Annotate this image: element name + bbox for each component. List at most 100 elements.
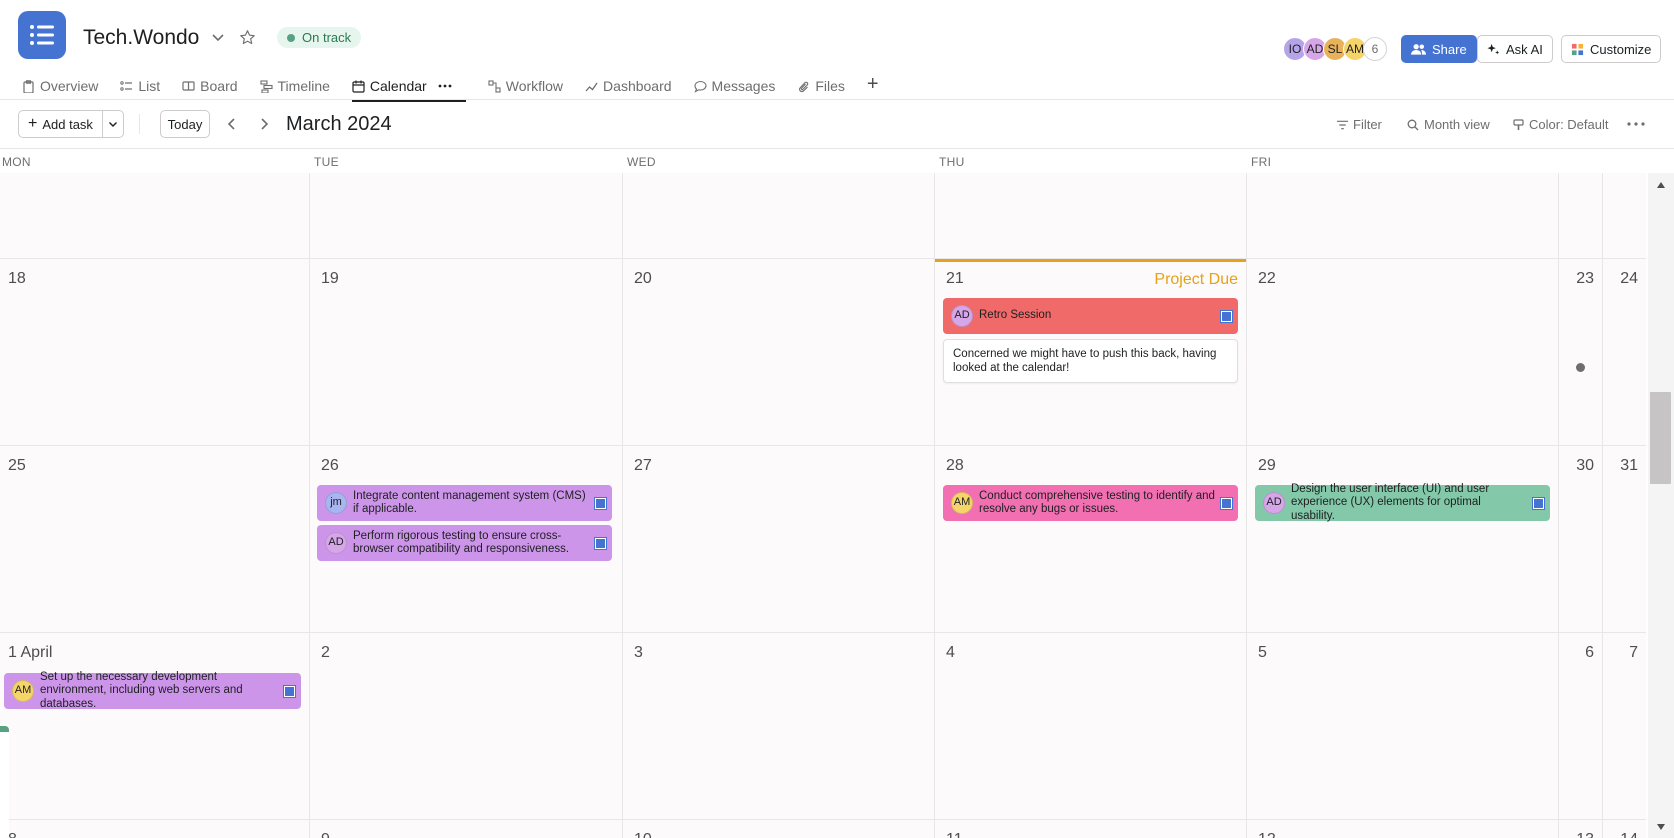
day-number[interactable]: 26 (321, 457, 339, 475)
color-label: Color: Default (1529, 117, 1609, 132)
day-number[interactable]: 29 (1258, 457, 1276, 475)
day-number[interactable]: 27 (634, 457, 652, 475)
vertical-scrollbar[interactable] (1648, 173, 1674, 838)
share-button[interactable]: Share (1401, 35, 1477, 63)
add-tab-button[interactable]: + (867, 71, 879, 97)
assignee-avatar[interactable]: AD (951, 305, 973, 327)
month-view-button[interactable]: Month view (1407, 117, 1490, 132)
task-card[interactable]: AD Perform rigorous testing to ensure cro… (317, 525, 612, 561)
day-number[interactable]: 4 (946, 644, 955, 662)
tab-workflow[interactable]: Workflow (488, 73, 563, 99)
day-number[interactable]: 13 (1576, 831, 1594, 838)
project-title[interactable]: Tech.Wondo (83, 26, 199, 50)
comment-bubble[interactable]: Concerned we might have to push this bac… (943, 339, 1238, 383)
board-icon (182, 80, 195, 93)
day-number[interactable]: 9 (321, 831, 330, 838)
tab-timeline[interactable]: Timeline (259, 73, 330, 99)
tab-label: Messages (711, 78, 776, 94)
weekday-header-wed: WED (627, 155, 656, 169)
today-button[interactable]: Today (160, 110, 210, 138)
calendar-icon (352, 80, 365, 93)
tab-board[interactable]: Board (182, 73, 238, 99)
day-number[interactable]: 24 (1620, 270, 1638, 288)
task-checkbox-icon[interactable] (283, 684, 296, 698)
assignee-avatar[interactable]: AD (1263, 492, 1285, 514)
sparkle-icon (1487, 43, 1500, 55)
grid-column-line (934, 173, 935, 838)
day-number[interactable]: 22 (1258, 270, 1276, 288)
task-card[interactable]: AD Design the user interface (UI) and use… (1255, 482, 1550, 522)
project-due-marker (935, 259, 1246, 262)
task-checkbox-icon[interactable] (1220, 309, 1233, 323)
chevron-down-icon[interactable] (103, 111, 123, 137)
tab-calendar[interactable]: Calendar (351, 73, 466, 102)
project-logo-icon[interactable] (18, 11, 66, 59)
task-name: Retro Session (979, 309, 1052, 322)
day-number[interactable]: 7 (1629, 644, 1638, 662)
chevron-right-icon[interactable] (254, 114, 274, 134)
more-options-icon[interactable] (1625, 116, 1647, 132)
color-button[interactable]: Color: Default (1513, 117, 1608, 132)
day-number[interactable]: 6 (1585, 644, 1594, 662)
chevron-down-icon[interactable] (209, 28, 227, 46)
task-name: Design the user interface (UI) and user … (1291, 482, 1490, 522)
task-card[interactable]: jm Integrate content management system (C… (317, 485, 612, 521)
day-number[interactable]: 25 (8, 457, 26, 475)
day-number[interactable]: 18 (8, 270, 26, 288)
task-checkbox-icon[interactable] (1532, 496, 1545, 510)
customize-button[interactable]: Customize (1561, 35, 1662, 63)
day-number[interactable]: 21 (946, 270, 964, 288)
day-number[interactable]: 12 (1258, 831, 1276, 838)
day-number[interactable]: 23 (1576, 270, 1594, 288)
drag-handle[interactable] (0, 726, 9, 838)
project-due-label[interactable]: Project Due (1154, 271, 1238, 289)
status-badge[interactable]: On track (277, 27, 362, 48)
grid-column-line (309, 173, 310, 838)
day-number[interactable]: 19 (321, 270, 339, 288)
task-checkbox-icon[interactable] (594, 536, 607, 550)
day-number[interactable]: 1 April (8, 644, 52, 662)
task-card[interactable]: AM Set up the necessary development envir… (4, 671, 301, 710)
task-card[interactable]: AM Conduct comprehensive testing to ident… (943, 485, 1238, 521)
day-number[interactable]: 14 (1620, 831, 1638, 838)
day-number[interactable]: 28 (946, 457, 964, 475)
day-number[interactable]: 30 (1576, 457, 1594, 475)
tab-dashboard[interactable]: Dashboard (585, 73, 672, 99)
scroll-up-arrow-icon[interactable] (1656, 181, 1666, 189)
star-icon[interactable] (237, 27, 257, 47)
tab-files[interactable]: Files (797, 73, 845, 99)
tab-list[interactable]: List (120, 73, 160, 99)
day-number[interactable]: 11 (946, 831, 963, 838)
day-number[interactable]: 8 (8, 831, 17, 838)
member-count[interactable]: 6 (1363, 37, 1387, 61)
day-number[interactable]: 20 (634, 270, 652, 288)
task-checkbox-icon[interactable] (1220, 496, 1233, 510)
member-avatars[interactable]: IO AD SL AM 6 (1283, 37, 1387, 61)
assignee-avatar[interactable]: AM (951, 492, 973, 514)
day-number[interactable]: 31 (1620, 457, 1638, 475)
filter-button[interactable]: Filter (1337, 117, 1382, 132)
day-number[interactable]: 2 (321, 644, 330, 662)
calendar-grid[interactable]: 18 19 20 21 22 23 24 25 26 27 28 29 30 31 1 April 2 3 4 5 6… (0, 173, 1646, 838)
task-card[interactable]: AD Retro Session (943, 298, 1238, 334)
add-task-split-button[interactable]: + Add task (18, 110, 124, 138)
status-dot-icon (287, 33, 295, 42)
tab-label: Dashboard (603, 78, 672, 94)
day-number[interactable]: 10 (634, 831, 652, 838)
tab-overview[interactable]: Overview (22, 73, 98, 99)
assignee-avatar[interactable]: AD (325, 532, 347, 554)
assignee-avatar[interactable]: jm (325, 492, 347, 514)
chevron-left-icon[interactable] (222, 114, 242, 134)
scroll-down-arrow-icon[interactable] (1656, 823, 1666, 831)
tab-messages[interactable]: Messages (693, 73, 776, 99)
toolbar-divider-line (0, 148, 1674, 149)
add-task-button[interactable]: + Add task (19, 111, 103, 137)
customize-grid-icon (1571, 43, 1584, 55)
tab-more-icon[interactable] (438, 84, 452, 88)
day-number[interactable]: 5 (1258, 644, 1267, 662)
ask-ai-button[interactable]: Ask AI (1477, 35, 1553, 63)
day-number[interactable]: 3 (634, 644, 643, 662)
assignee-avatar[interactable]: AM (12, 680, 34, 702)
task-checkbox-icon[interactable] (594, 496, 607, 510)
scrollbar-thumb[interactable] (1650, 392, 1671, 484)
